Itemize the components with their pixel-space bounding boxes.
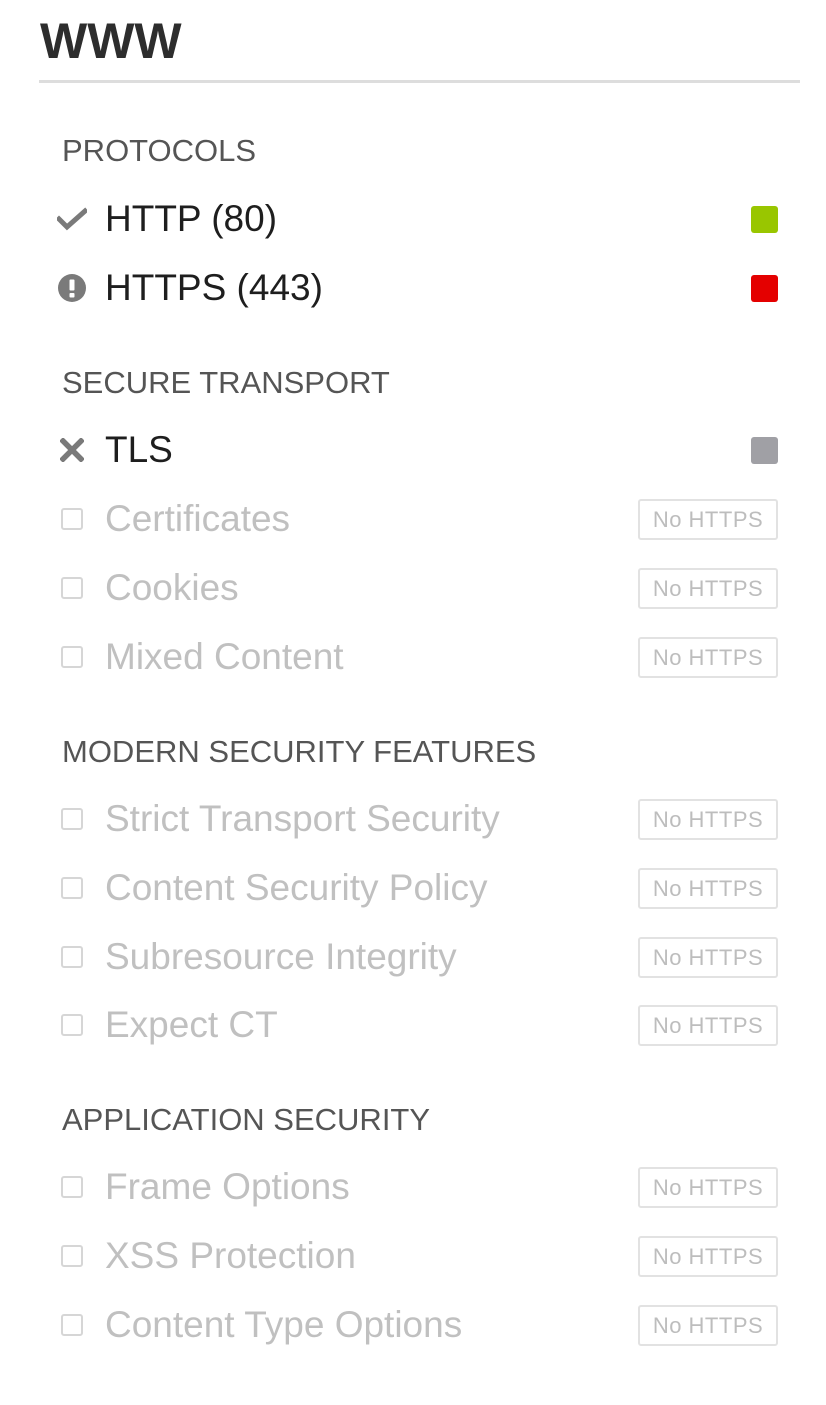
checkbox-icon bbox=[57, 804, 87, 834]
row-label: Subresource Integrity bbox=[105, 936, 457, 977]
row-expect-ct[interactable]: Expect CT No HTTPS bbox=[0, 997, 826, 1057]
row-label: Strict Transport Security bbox=[105, 798, 500, 839]
checkbox-icon bbox=[57, 873, 87, 903]
row-https[interactable]: HTTPS (443) bbox=[0, 260, 826, 320]
row-label: Cookies bbox=[105, 567, 239, 608]
row-http[interactable]: HTTP (80) bbox=[0, 191, 826, 251]
row-label: HTTP (80) bbox=[105, 198, 278, 239]
no-https-badge: No HTTPS bbox=[638, 1005, 778, 1046]
page-title: WWW bbox=[40, 13, 182, 69]
checkbox-icon bbox=[57, 642, 87, 672]
row-label: TLS bbox=[105, 429, 173, 470]
row-cookies[interactable]: Cookies No HTTPS bbox=[0, 560, 826, 620]
no-https-badge: No HTTPS bbox=[638, 499, 778, 540]
no-https-badge: No HTTPS bbox=[638, 799, 778, 840]
section-heading: MODERN SECURITY FEATURES bbox=[62, 734, 537, 769]
row-content-security-policy[interactable]: Content Security Policy No HTTPS bbox=[0, 860, 826, 920]
row-certificates[interactable]: Certificates No HTTPS bbox=[0, 491, 826, 551]
status-pass-square bbox=[751, 206, 778, 233]
row-label: Frame Options bbox=[105, 1166, 350, 1207]
checkbox-icon bbox=[57, 573, 87, 603]
check-icon bbox=[57, 204, 87, 234]
row-content-type-options[interactable]: Content Type Options No HTTPS bbox=[0, 1297, 826, 1357]
section-heading: APPLICATION SECURITY bbox=[62, 1102, 431, 1137]
checkbox-icon bbox=[57, 1241, 87, 1271]
checkbox-icon bbox=[57, 1010, 87, 1040]
row-label: Certificates bbox=[105, 498, 291, 539]
status-neutral-square bbox=[751, 437, 778, 464]
no-https-badge: No HTTPS bbox=[638, 1236, 778, 1277]
row-label: Mixed Content bbox=[105, 636, 344, 677]
section-heading: SECURE TRANSPORT bbox=[62, 365, 390, 400]
row-tls[interactable]: TLS bbox=[0, 422, 826, 482]
row-mixed-content[interactable]: Mixed Content No HTTPS bbox=[0, 629, 826, 689]
no-https-badge: No HTTPS bbox=[638, 1305, 778, 1346]
no-https-badge: No HTTPS bbox=[638, 568, 778, 609]
alert-icon bbox=[57, 273, 87, 303]
row-subresource-integrity[interactable]: Subresource Integrity No HTTPS bbox=[0, 929, 826, 989]
row-label: XSS Protection bbox=[105, 1235, 356, 1276]
no-https-badge: No HTTPS bbox=[638, 1167, 778, 1208]
row-frame-options[interactable]: Frame Options No HTTPS bbox=[0, 1159, 826, 1219]
row-label: Expect CT bbox=[105, 1004, 278, 1045]
title-divider bbox=[39, 80, 800, 83]
row-xss-protection[interactable]: XSS Protection No HTTPS bbox=[0, 1228, 826, 1288]
checkbox-icon bbox=[57, 504, 87, 534]
row-label: HTTPS (443) bbox=[105, 267, 323, 308]
row-label: Content Type Options bbox=[105, 1304, 463, 1345]
no-https-badge: No HTTPS bbox=[638, 637, 778, 678]
section-heading: PROTOCOLS bbox=[62, 133, 257, 168]
row-strict-transport-security[interactable]: Strict Transport Security No HTTPS bbox=[0, 791, 826, 851]
no-https-badge: No HTTPS bbox=[638, 868, 778, 909]
checkbox-icon bbox=[57, 942, 87, 972]
no-https-badge: No HTTPS bbox=[638, 937, 778, 978]
row-label: Content Security Policy bbox=[105, 867, 488, 908]
checkbox-icon bbox=[57, 1172, 87, 1202]
status-fail-square bbox=[751, 275, 778, 302]
checkbox-icon bbox=[57, 1310, 87, 1340]
x-icon bbox=[57, 435, 87, 465]
